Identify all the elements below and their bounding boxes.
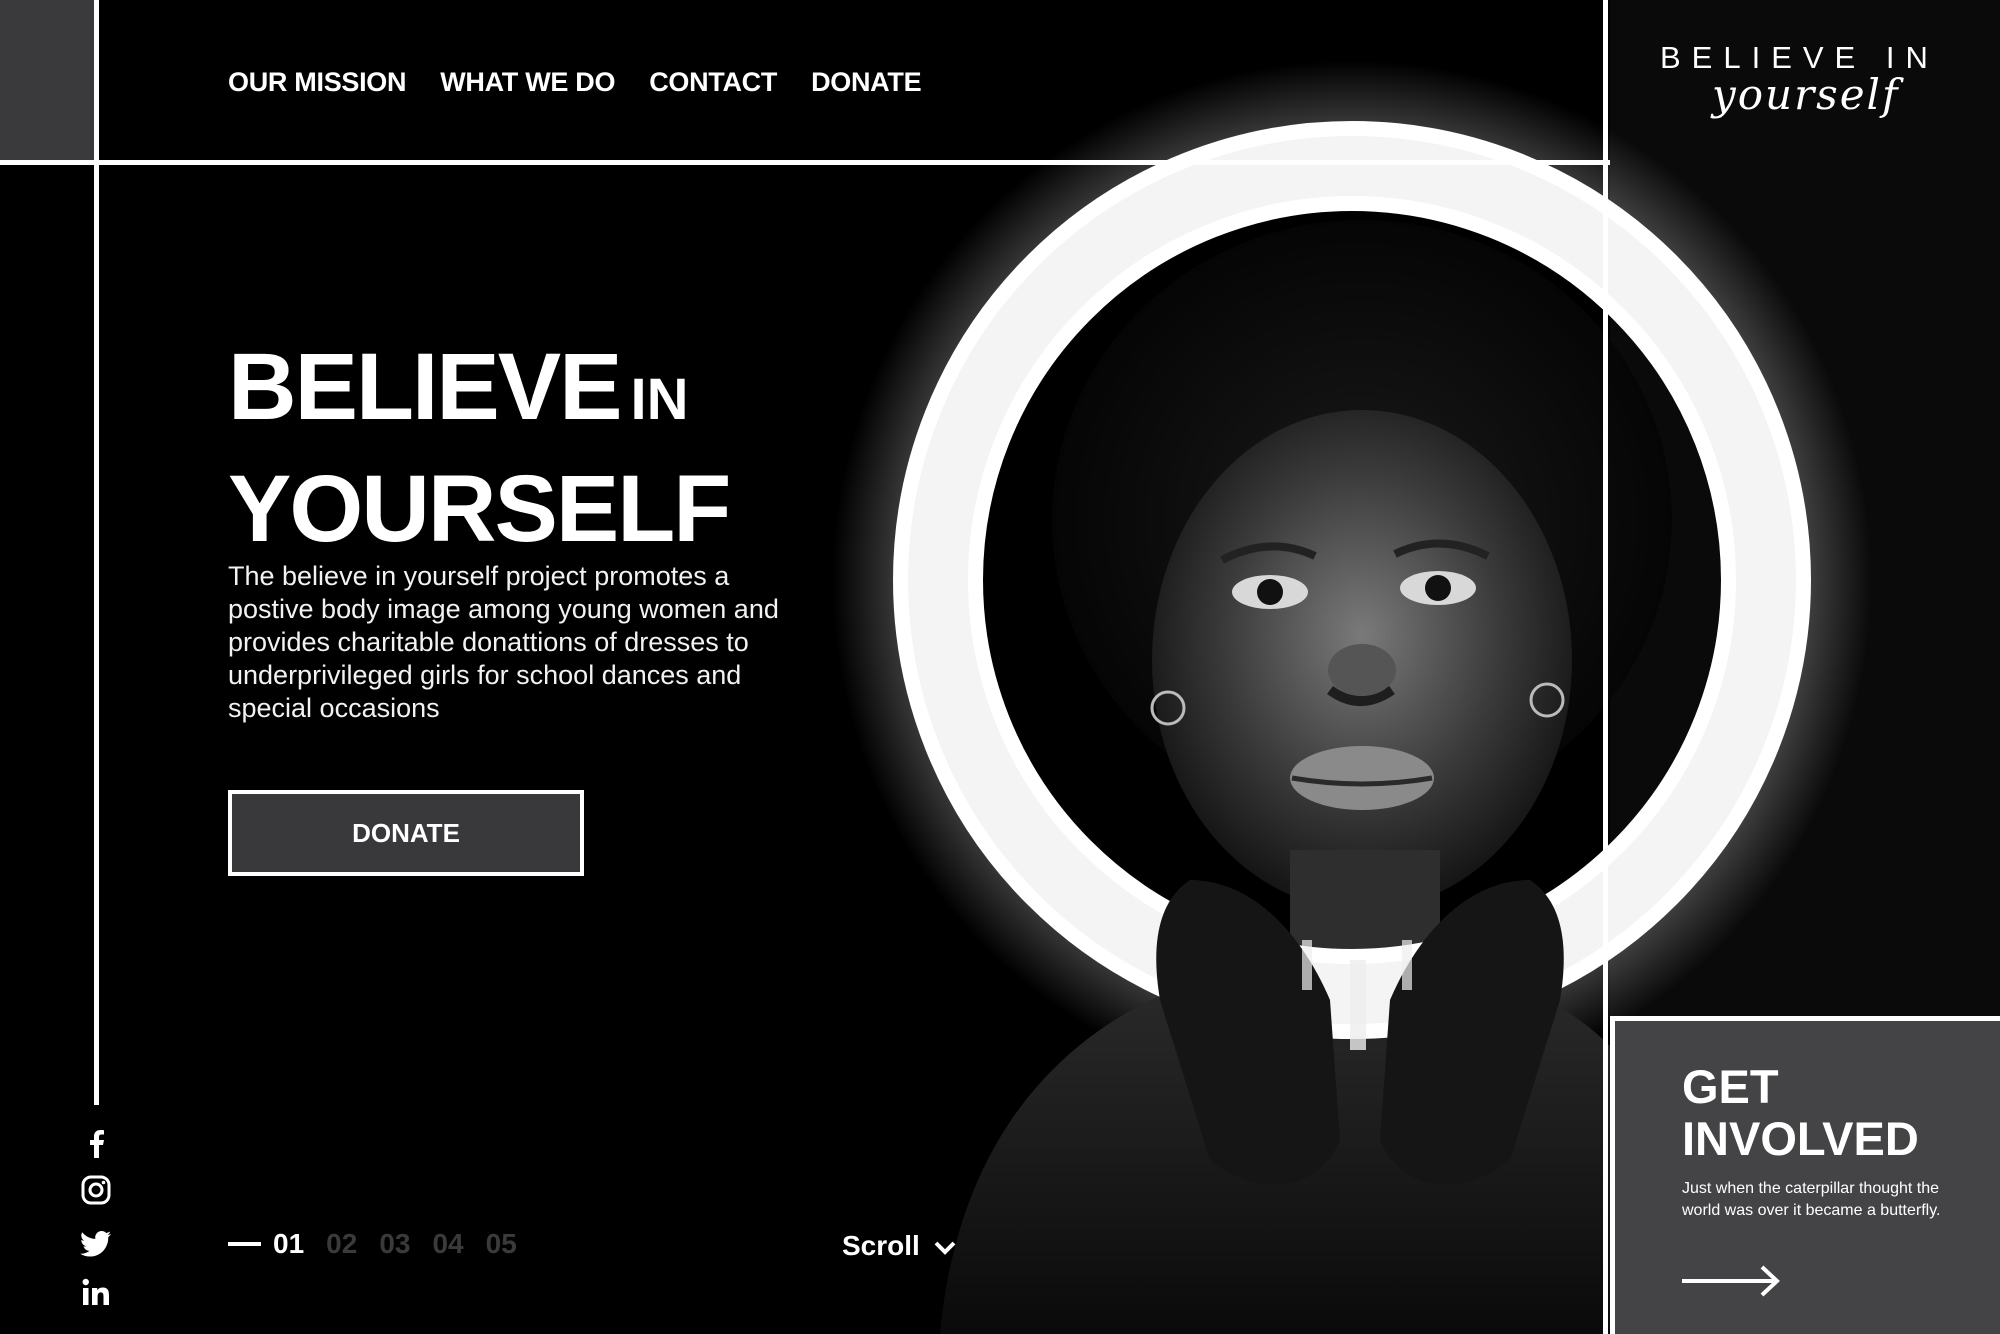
frame-line-top <box>0 160 1610 165</box>
main-nav: OUR MISSION WHAT WE DO CONTACT DONATE <box>228 39 942 120</box>
hero-title-word1: BELIEVE <box>228 334 622 440</box>
arrow-right-icon[interactable] <box>1682 1263 1782 1299</box>
facebook-icon[interactable] <box>78 1125 114 1161</box>
frame-line-left <box>94 0 99 1105</box>
slide-pager: 01 02 03 04 05 <box>228 1228 517 1260</box>
pager-item-03[interactable]: 03 <box>379 1228 410 1260</box>
hero-title-word2: IN <box>630 367 689 432</box>
pager-item-04[interactable]: 04 <box>432 1228 463 1260</box>
twitter-icon[interactable] <box>78 1226 114 1262</box>
frame-line-right <box>1603 0 1608 1334</box>
nav-what-we-do[interactable]: WHAT WE DO <box>440 67 615 98</box>
scroll-label: Scroll <box>842 1230 920 1261</box>
card-title-line2: INVOLVED <box>1682 1112 1919 1165</box>
get-involved-card[interactable]: GET INVOLVED Just when the caterpillar t… <box>1610 1016 2000 1334</box>
logo-script-text: yourself <box>1712 70 1900 119</box>
card-title: GET INVOLVED <box>1682 1061 1919 1165</box>
card-title-line1: GET <box>1682 1060 1779 1113</box>
donate-button[interactable]: DONATE <box>228 790 584 876</box>
instagram-icon[interactable] <box>78 1172 114 1208</box>
scroll-button[interactable]: Scroll <box>842 1230 956 1262</box>
hero-title-line2: YOURSELF <box>228 456 731 562</box>
pager-item-01[interactable]: 01 <box>273 1228 304 1260</box>
hero-description: The believe in yourself project promotes… <box>228 561 779 723</box>
corner-box <box>0 0 96 162</box>
hero-title: BELIEVE IN YOURSELF <box>228 340 731 584</box>
nav-contact[interactable]: CONTACT <box>649 67 777 98</box>
linkedin-icon[interactable] <box>78 1274 114 1310</box>
pager-dash <box>228 1242 261 1246</box>
logo[interactable]: BELIEVE IN yourself <box>1660 40 1960 140</box>
chevron-down-icon <box>934 1230 956 1262</box>
nav-our-mission[interactable]: OUR MISSION <box>228 67 407 98</box>
card-text: Just when the caterpillar thought the wo… <box>1682 1180 1941 1219</box>
pager-item-02[interactable]: 02 <box>326 1228 357 1260</box>
nav-donate[interactable]: DONATE <box>811 39 942 118</box>
pager-item-05[interactable]: 05 <box>486 1228 517 1260</box>
